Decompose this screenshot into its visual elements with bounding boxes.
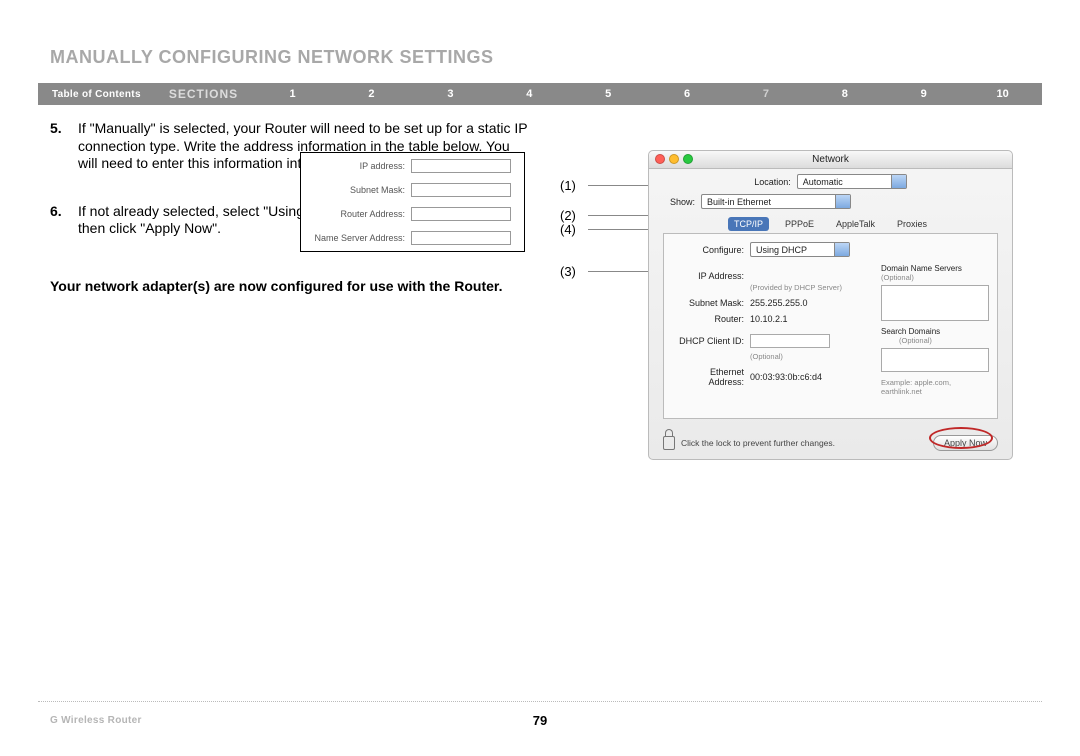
section-link-6[interactable]: 6 [648, 88, 727, 100]
lock-icon[interactable] [663, 436, 675, 450]
location-select[interactable]: Automatic [797, 174, 907, 189]
location-label: Location: [754, 177, 797, 187]
subnet-mask-label: Subnet Mask: [301, 185, 411, 195]
ip-label: IP Address: [674, 271, 750, 281]
section-numbers: 1 2 3 4 5 6 7 8 9 10 [253, 88, 1042, 100]
footer-separator [38, 701, 1042, 702]
tab-bar: TCP/IP PPPoE AppleTalk Proxies [663, 217, 998, 231]
router-address-label: Router Address: [301, 209, 411, 219]
window-title: Network [812, 154, 849, 165]
page-title: MANUALLY CONFIGURING NETWORK SETTINGS [50, 47, 494, 68]
section-link-1[interactable]: 1 [253, 88, 332, 100]
ethernet-label: Ethernet Address: [674, 367, 750, 387]
footer-product: G Wireless Router [50, 715, 142, 726]
subnet-mask-field[interactable] [411, 183, 511, 197]
ethernet-value: 00:03:93:0b:c6:d4 [750, 372, 822, 382]
traffic-lights [655, 154, 693, 164]
name-server-label: Name Server Address: [301, 233, 411, 243]
tab-appletalk[interactable]: AppleTalk [830, 217, 881, 231]
page-number: 79 [533, 713, 547, 728]
right-column: Domain Name Servers (Optional) Search Do… [881, 264, 989, 396]
dns-input[interactable] [881, 285, 989, 321]
callout-1: (1) [560, 178, 588, 193]
configure-label: Configure: [674, 245, 750, 255]
configure-value: Using DHCP [756, 245, 807, 255]
callout-4: (4) [560, 222, 588, 237]
show-select[interactable]: Built-in Ethernet [701, 194, 851, 209]
router-value: 10.10.2.1 [750, 314, 788, 324]
step-number: 5. [50, 120, 78, 173]
callout-2: (2) [560, 208, 588, 223]
lock-row: Click the lock to prevent further change… [663, 435, 998, 451]
dns-header: Domain Name Servers [881, 264, 962, 273]
zoom-icon[interactable] [683, 154, 693, 164]
router-label: Router: [674, 314, 750, 324]
ip-note: (Provided by DHCP Server) [750, 283, 842, 292]
section-link-8[interactable]: 8 [805, 88, 884, 100]
sections-label: SECTIONS [169, 87, 238, 101]
minimize-icon[interactable] [669, 154, 679, 164]
location-value: Automatic [803, 177, 843, 187]
mask-label: Subnet Mask: [674, 298, 750, 308]
tab-tcpip[interactable]: TCP/IP [728, 217, 769, 231]
search-header: Search Domains [881, 327, 940, 336]
step-number: 6. [50, 203, 78, 238]
section-link-10[interactable]: 10 [963, 88, 1042, 100]
router-address-field[interactable] [411, 207, 511, 221]
show-value: Built-in Ethernet [707, 197, 771, 207]
lock-text: Click the lock to prevent further change… [681, 438, 835, 448]
optional-note: (Optional) [881, 273, 914, 282]
example-note: Example: apple.com, earthlink.net [881, 378, 989, 396]
dhcp-client-label: DHCP Client ID: [674, 336, 750, 346]
tab-proxies[interactable]: Proxies [891, 217, 933, 231]
section-link-2[interactable]: 2 [332, 88, 411, 100]
window-titlebar: Network [649, 151, 1012, 169]
dhcp-client-note: (Optional) [750, 352, 783, 361]
section-nav: Table of Contents SECTIONS 1 2 3 4 5 6 7… [38, 83, 1042, 105]
section-link-5[interactable]: 5 [569, 88, 648, 100]
search-domains-input[interactable] [881, 348, 989, 372]
configure-select[interactable]: Using DHCP [750, 242, 850, 257]
conclusion-text: Your network adapter(s) are now configur… [50, 278, 530, 296]
optional-note-2: (Optional) [899, 336, 932, 345]
dhcp-client-input[interactable] [750, 334, 830, 348]
tcpip-panel: Configure: Using DHCP IP Address: (Provi… [663, 233, 998, 419]
mask-value: 255.255.255.0 [750, 298, 808, 308]
name-server-field[interactable] [411, 231, 511, 245]
section-link-7[interactable]: 7 [727, 88, 806, 100]
ip-address-label: IP address: [301, 161, 411, 171]
ip-info-box: IP address: Subnet Mask: Router Address:… [300, 152, 525, 252]
section-link-3[interactable]: 3 [411, 88, 490, 100]
apply-now-button[interactable]: Apply Now [933, 435, 998, 451]
callout-3: (3) [560, 264, 588, 279]
show-label: Show: [659, 197, 701, 207]
toc-link[interactable]: Table of Contents [52, 89, 141, 100]
tab-pppoe[interactable]: PPPoE [779, 217, 820, 231]
section-link-9[interactable]: 9 [884, 88, 963, 100]
ip-address-field[interactable] [411, 159, 511, 173]
network-prefs-window: Network Location: Automatic Show: Built-… [648, 150, 1013, 460]
close-icon[interactable] [655, 154, 665, 164]
section-link-4[interactable]: 4 [490, 88, 569, 100]
